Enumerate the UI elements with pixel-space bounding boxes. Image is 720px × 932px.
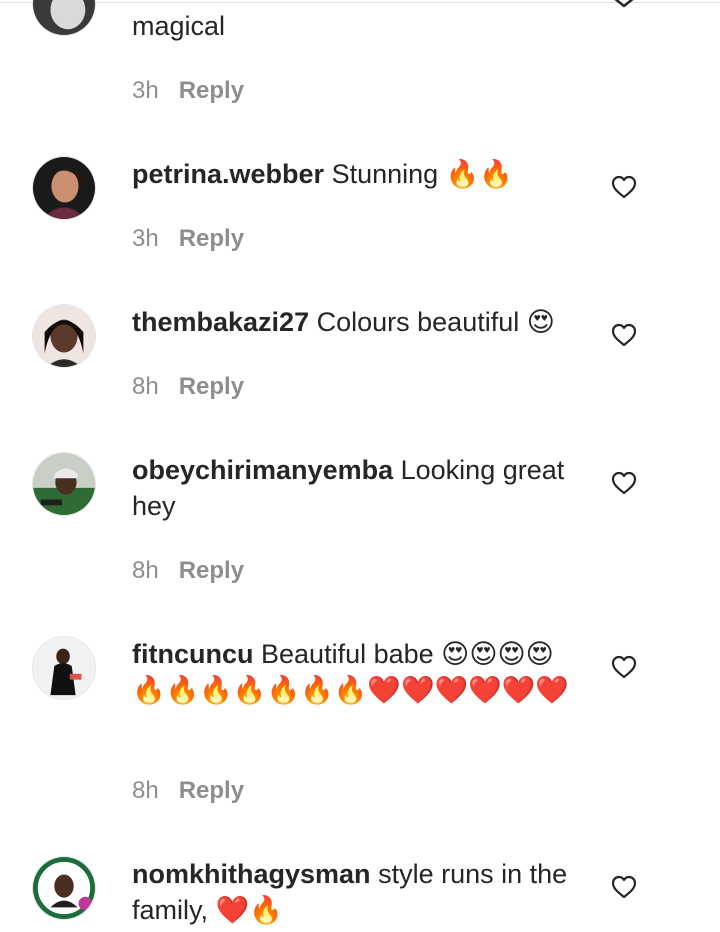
comment-meta: 8h Reply	[132, 776, 244, 806]
comment-meta: 3h Reply	[132, 224, 244, 254]
reply-button[interactable]: Reply	[179, 777, 244, 804]
reply-button[interactable]: Reply	[179, 77, 244, 104]
comment-text: Colours beautiful	[316, 307, 520, 337]
avatar[interactable]	[32, 304, 96, 368]
heart-outline-icon[interactable]	[610, 653, 638, 681]
avatar[interactable]	[32, 156, 96, 220]
heart-outline-icon[interactable]	[610, 321, 638, 349]
comment-meta: 8h Reply	[132, 372, 244, 402]
comment-username[interactable]: petrina.webber	[132, 159, 324, 189]
comment-body: petrina.webber Stunning 🔥🔥	[132, 156, 587, 192]
comment-body: thembakazi27 Colours beautiful 😍	[132, 304, 587, 340]
avatar[interactable]	[32, 636, 96, 700]
chevron-down-icon[interactable]	[610, 0, 638, 14]
avatar[interactable]	[32, 0, 96, 36]
comment-time: 8h	[132, 373, 159, 400]
comment-username[interactable]: thembakazi27	[132, 307, 309, 337]
heart-outline-icon[interactable]	[610, 873, 638, 901]
avatar[interactable]	[32, 856, 96, 920]
comment-emoji: 🔥🔥	[445, 159, 513, 189]
reply-button[interactable]: Reply	[179, 225, 244, 252]
comment-meta: 8h Reply	[132, 556, 244, 586]
comments-screen: magical 3h Reply petrina.webber Stunning …	[0, 0, 720, 932]
reply-button[interactable]: Reply	[179, 373, 244, 400]
heart-outline-icon[interactable]	[610, 173, 638, 201]
comment-emoji: ❤️🔥	[215, 895, 283, 925]
comment-text: magical	[132, 11, 226, 41]
comment-time: 8h	[132, 557, 159, 584]
comment-body: fitncuncu Beautiful babe 😍😍😍😍🔥🔥🔥🔥🔥🔥🔥❤️❤️…	[132, 636, 587, 708]
comment-username[interactable]: obeychirimanyemba	[132, 455, 393, 485]
comment-body: magical	[132, 8, 587, 44]
avatar[interactable]	[32, 452, 96, 516]
comment-body: nomkhithagysman style runs in the family…	[132, 856, 587, 928]
comment-body: obeychirimanyemba Looking great hey	[132, 452, 587, 524]
reply-button[interactable]: Reply	[179, 557, 244, 584]
comment-username[interactable]: nomkhithagysman	[132, 859, 371, 889]
comment-text: Beautiful babe	[261, 639, 434, 669]
heart-outline-icon[interactable]	[610, 469, 638, 497]
comment-time: 3h	[132, 225, 159, 252]
comment-emoji: 😍	[526, 307, 555, 337]
comment-time: 3h	[132, 77, 159, 104]
comment-text: Stunning	[331, 159, 439, 189]
comment-username[interactable]: fitncuncu	[132, 639, 254, 669]
comment-time: 8h	[132, 777, 159, 804]
comment-meta: 3h Reply	[132, 76, 244, 106]
